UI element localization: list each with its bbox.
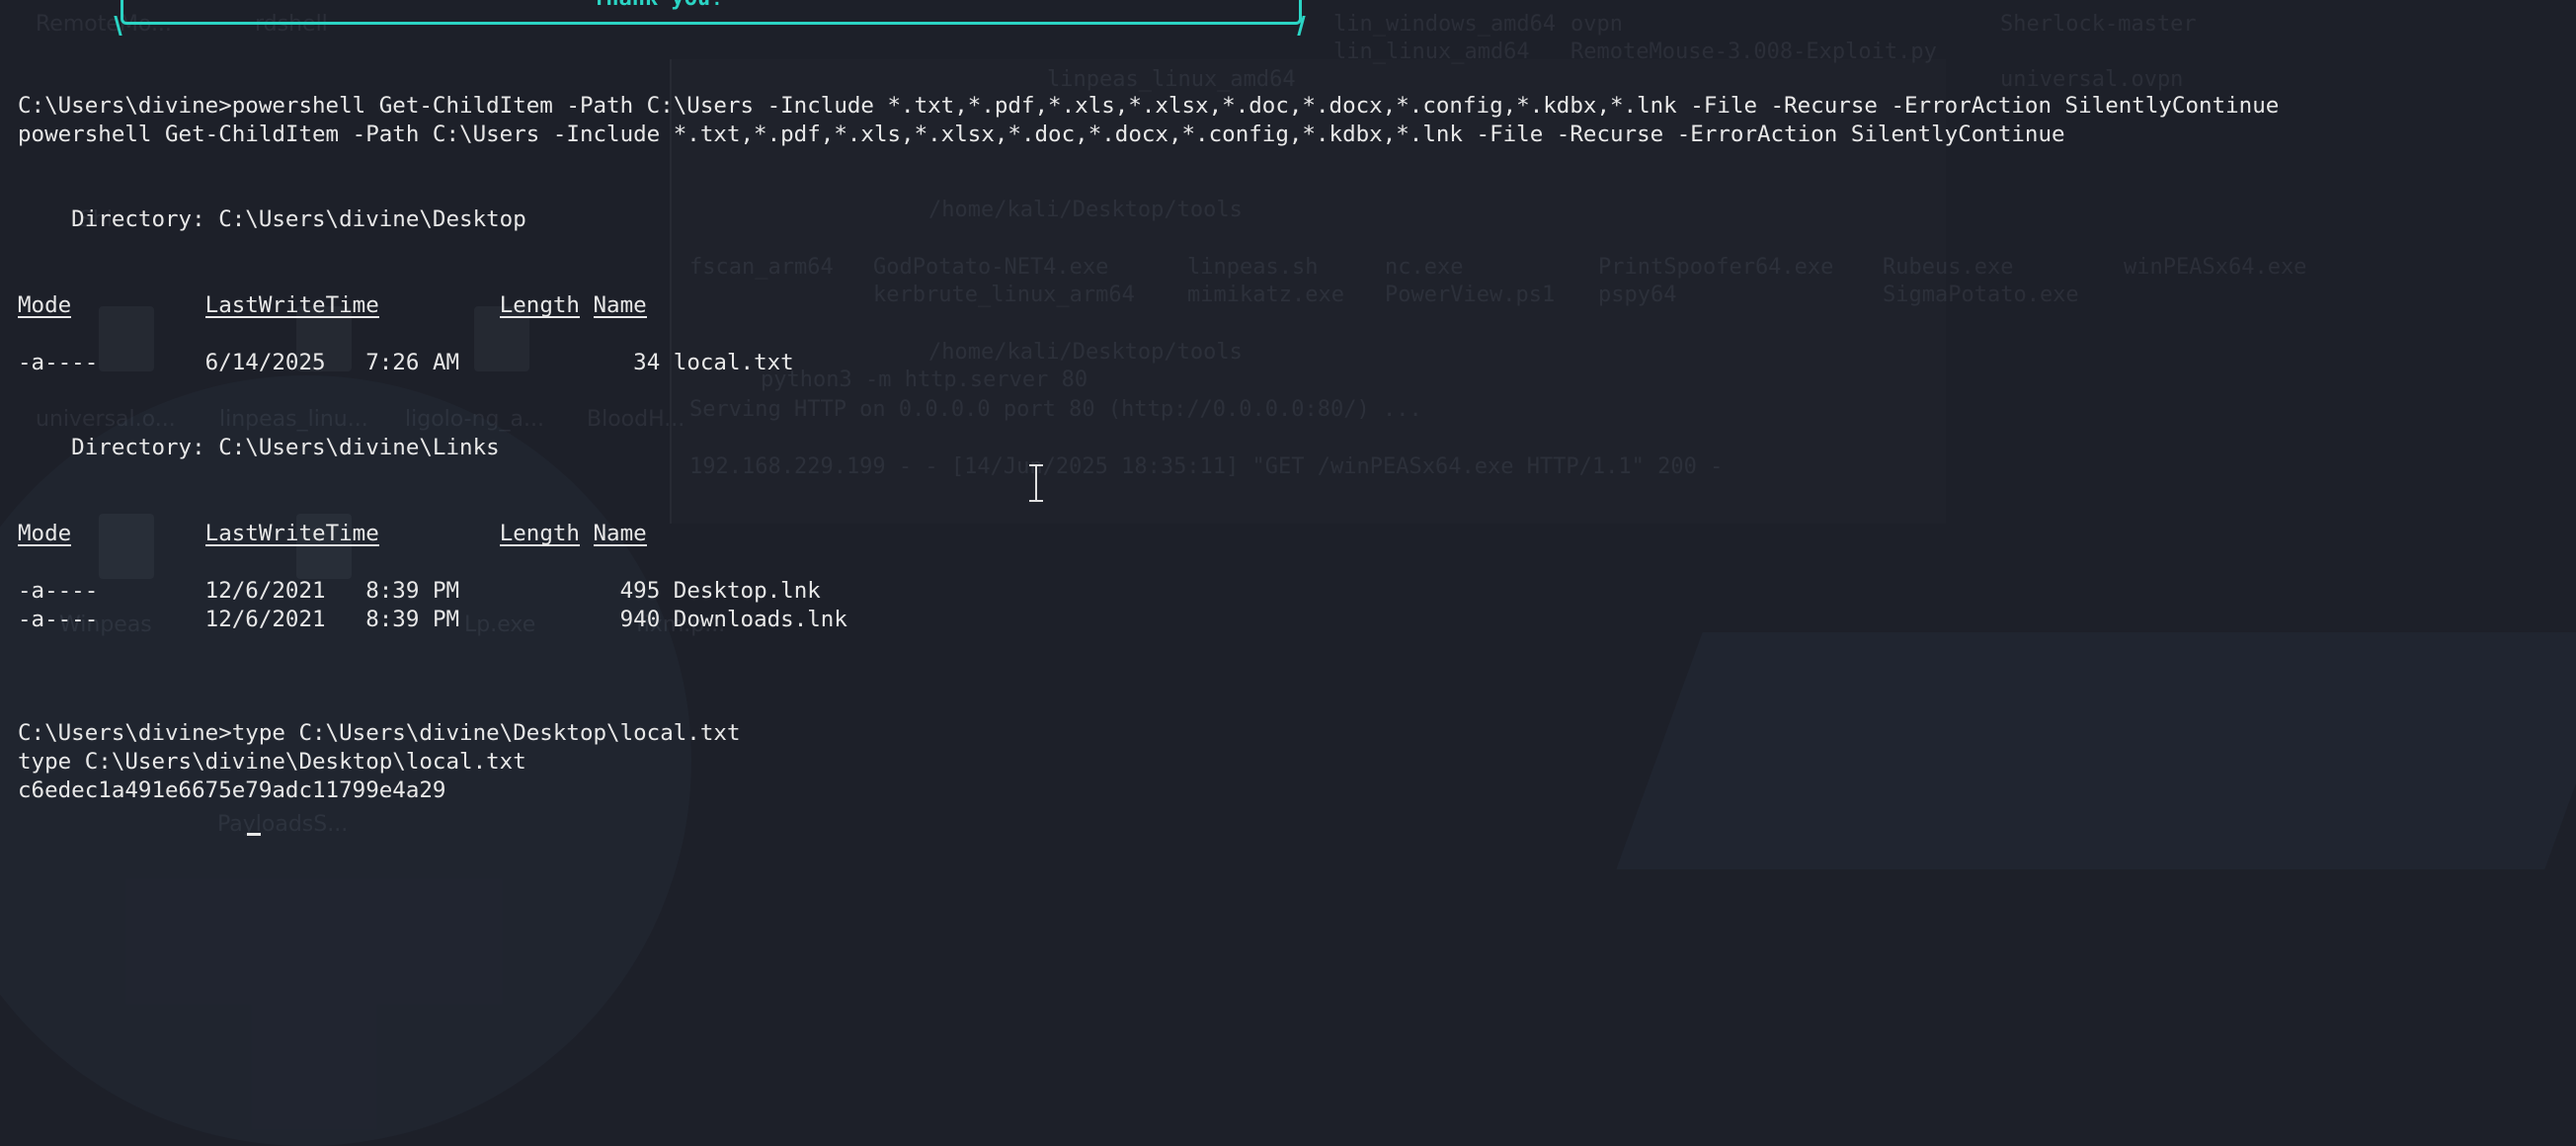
header-mode: Mode [18, 521, 72, 546]
length-cell: 940 [619, 607, 661, 632]
table-header-row: Mode LastWriteTime Length Name [18, 521, 647, 546]
bg-prompt-path: /home/kali/Desktop/tools [928, 340, 1243, 365]
bg-output: 192.168.229.199 - - [14/Jun/2025 18:35:1… [689, 454, 1724, 479]
bg-tool: nc.exe [1385, 255, 1464, 280]
banner-text: Thank you! [593, 0, 723, 11]
bg-file: lin_windows_amd64 [1333, 12, 1557, 37]
wallpaper-dragon [1616, 632, 2576, 869]
bg-tool: PrintSpoofer64.exe [1598, 255, 1834, 280]
bg-tool: pspy64 [1598, 283, 1677, 307]
bg-tool: linpeas.sh [1187, 255, 1319, 280]
mode-cell: -a---- [18, 578, 99, 604]
bg-tool: winPEASx64.exe [2124, 255, 2307, 280]
length-cell: 34 [633, 350, 661, 375]
header-lastwritetime: LastWriteTime [204, 521, 379, 546]
command-echo: type C:\Users\divine\Desktop\local.txt [18, 749, 526, 775]
bg-tool: GodPotato-NET4.exe [873, 255, 1109, 280]
command-line: C:\Users\divine>type C:\Users\divine\Des… [18, 720, 741, 746]
length-cell: 495 [619, 578, 661, 604]
name-cell: local.txt [673, 350, 794, 375]
time-cell: 7:26 AM [365, 350, 460, 375]
header-name: Name [593, 292, 647, 318]
desktop-label: universal.o... [36, 407, 176, 432]
directory-heading: Directory: C:\Users\divine\Links [18, 435, 500, 460]
name-cell: Downloads.lnk [673, 607, 847, 632]
bg-tool: kerbrute_linux_arm64 [873, 283, 1135, 307]
header-name: Name [593, 521, 647, 546]
command-echo: powershell Get-ChildItem -Path C:\Users … [18, 122, 2065, 147]
directory-heading: Directory: C:\Users\divine\Desktop [18, 206, 526, 232]
bg-file: lin_linux_amd64 [1333, 40, 1530, 64]
table-row: -a---- 12/6/2021 8:39 PM 940 Downloads.l… [18, 607, 847, 632]
bg-tool: SigmaPotato.exe [1883, 283, 2079, 307]
bg-command: python3 -m http.server 80 [761, 368, 1088, 392]
bg-file: RemoteMouse-3.008-Exploit.py [1570, 40, 1937, 64]
time-cell: 8:39 PM [365, 607, 460, 632]
bg-file: ovpn [1570, 12, 1623, 37]
mode-cell: -a---- [18, 607, 99, 632]
table-row: -a---- 12/6/2021 8:39 PM 495 Desktop.lnk [18, 578, 821, 604]
bg-tool: PowerView.ps1 [1385, 283, 1556, 307]
bg-file: universal.ovpn [2000, 67, 2184, 92]
mode-cell: -a---- [18, 350, 99, 375]
desktop-label: ligolo-ng_a... [405, 407, 544, 432]
table-row: -a---- 6/14/2025 7:26 AM 34 local.txt [18, 350, 794, 375]
date-cell: 12/6/2021 [204, 607, 326, 632]
header-mode: Mode [18, 292, 72, 318]
bg-tool: fscan_arm64 [689, 255, 834, 280]
date-cell: 12/6/2021 [204, 578, 326, 604]
name-cell: Desktop.lnk [673, 578, 821, 604]
bg-output: Serving HTTP on 0.0.0.0 port 80 (http://… [689, 397, 1422, 422]
table-header-row: Mode LastWriteTime Length Name [18, 292, 647, 318]
text-cursor-icon [1029, 464, 1043, 502]
desktop-label: linpeas_linu... [219, 407, 368, 432]
date-cell: 6/14/2025 [204, 350, 326, 375]
bg-file: linpeas_linux_amd64 [1047, 67, 1296, 92]
desktop-label: BloodH... [587, 407, 685, 432]
header-lastwritetime: LastWriteTime [204, 292, 379, 318]
bg-prompt-path: /home/kali/Desktop/tools [928, 198, 1243, 222]
command-line: C:\Users\divine>powershell Get-ChildItem… [18, 93, 2280, 119]
bg-tool: mimikatz.exe [1187, 283, 1344, 307]
header-length: Length [499, 521, 580, 546]
header-length: Length [499, 292, 580, 318]
desktop-label: PayloadsS... [217, 812, 349, 837]
bg-tool: Rubeus.exe [1883, 255, 2014, 280]
flag-output[interactable]: c6edec1a491e6675e79adc11799e4a29 [18, 778, 445, 803]
time-cell: 8:39 PM [365, 578, 460, 604]
bg-file: Sherlock-master [2000, 12, 2197, 37]
